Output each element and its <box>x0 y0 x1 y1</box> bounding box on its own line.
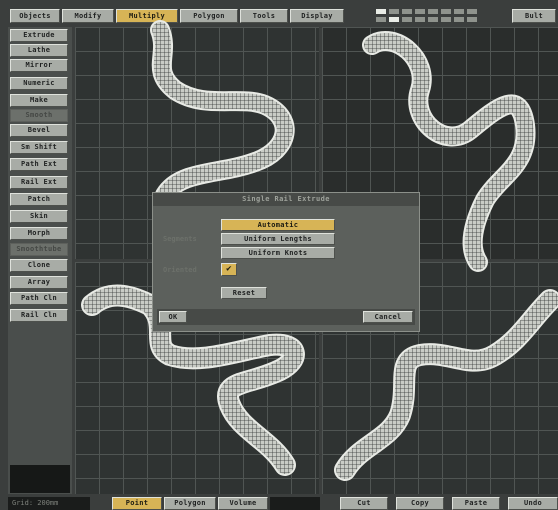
mode-field <box>270 497 320 510</box>
cancel-button[interactable]: Cancel <box>363 311 413 323</box>
paste-button[interactable]: Paste <box>452 497 500 510</box>
undo-button[interactable]: Undo <box>508 497 558 510</box>
mode-polygon-button[interactable]: Polygon <box>164 497 216 510</box>
status-readout: Grid: 200mm <box>8 497 90 510</box>
copy-button[interactable]: Copy <box>396 497 444 510</box>
mode-point-button[interactable]: Point <box>112 497 162 510</box>
modeler-window: Objects Modify Multiply Polygon Tools Di… <box>0 0 558 510</box>
mode-volume-button[interactable]: Volume <box>218 497 268 510</box>
option-uniform-lengths[interactable]: Uniform Lengths <box>221 233 335 245</box>
oriented-label: Oriented <box>163 266 197 274</box>
cut-button[interactable]: Cut <box>340 497 388 510</box>
reset-button[interactable]: Reset <box>221 287 267 299</box>
segments-label: Segments <box>163 235 197 243</box>
ok-button[interactable]: OK <box>159 311 187 323</box>
option-automatic[interactable]: Automatic <box>221 219 335 231</box>
dialog-title: Single Rail Extrude <box>153 193 419 206</box>
single-rail-extrude-dialog: Single Rail Extrude Segments Automatic U… <box>152 192 420 332</box>
option-uniform-knots[interactable]: Uniform Knots <box>221 247 335 259</box>
oriented-checkbox[interactable]: ✔ <box>221 263 237 276</box>
